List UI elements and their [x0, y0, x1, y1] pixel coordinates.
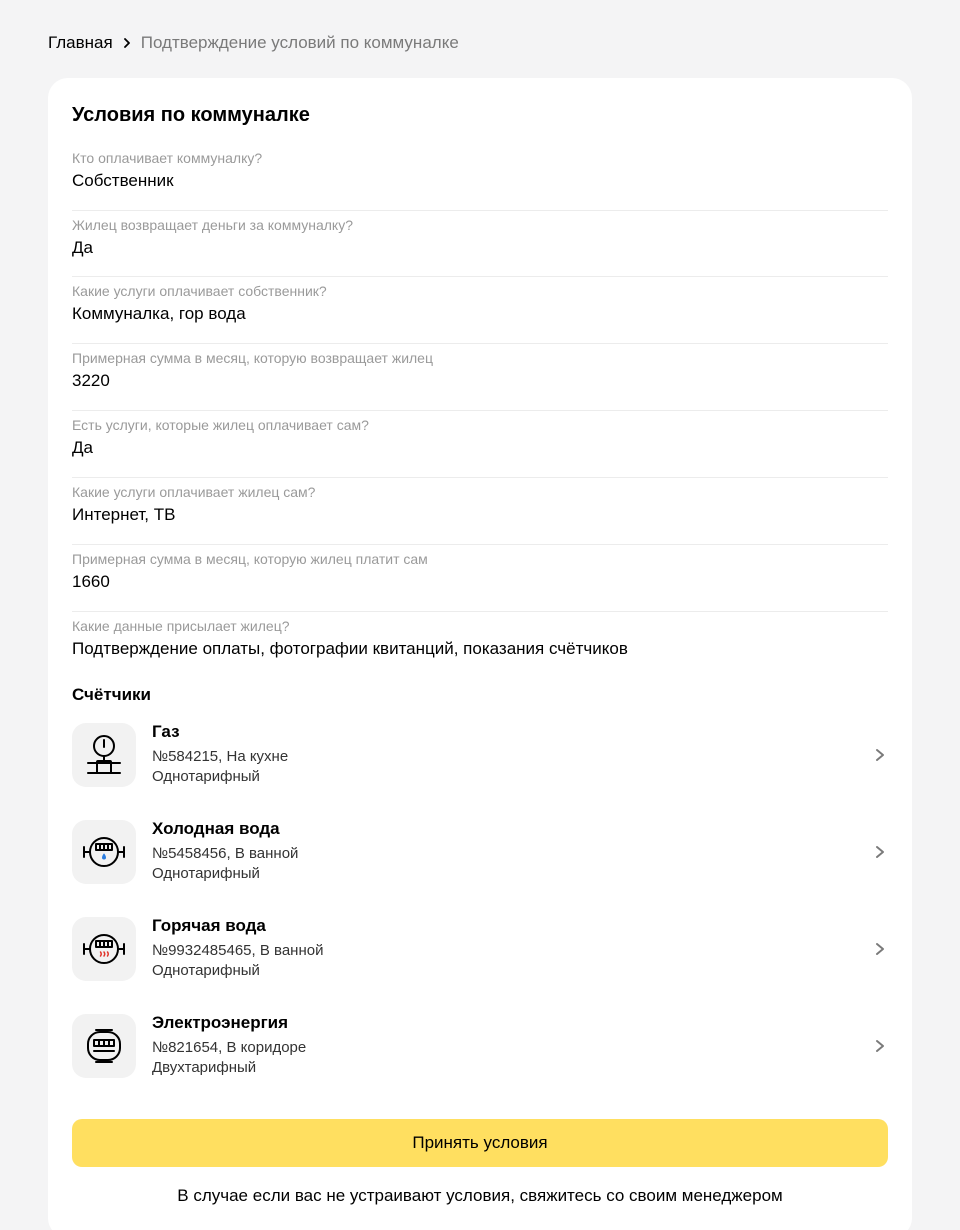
meter-info: Газ №584215, На кухне Однотарифный	[152, 721, 288, 787]
gas-meter-icon	[72, 723, 136, 787]
meter-tariff: Однотарифный	[152, 768, 260, 785]
contact-manager-note: В случае если вас не устраивают условия,…	[177, 1186, 783, 1205]
field-payer: Кто оплачивает коммуналку? Собственник	[72, 144, 888, 211]
meter-item-hot-water[interactable]: Горячая вода №9932485465, В ванной Однот…	[72, 915, 888, 1014]
chevron-right-icon	[872, 939, 888, 959]
meter-tariff: Двухтарифный	[152, 1059, 257, 1076]
meter-name: Холодная вода	[152, 819, 280, 838]
field-tenant-amount: Примерная сумма в месяц, которую жилец п…	[72, 545, 888, 612]
field-value: Да	[72, 438, 93, 457]
meter-name: Горячая вода	[152, 916, 266, 935]
field-tenant-pays-self: Есть услуги, которые жилец оплачивает са…	[72, 411, 888, 478]
electricity-meter-icon	[72, 1014, 136, 1078]
accept-conditions-button[interactable]: Принять условия	[72, 1119, 888, 1167]
meter-item-gas[interactable]: Газ №584215, На кухне Однотарифный	[72, 721, 888, 820]
meter-number-location: №821654, В коридоре	[152, 1039, 307, 1056]
meters-section-title: Счётчики	[72, 685, 151, 704]
meters-list: Газ №584215, На кухне Однотарифный Холод…	[72, 721, 888, 1111]
meter-info: Электроэнергия №821654, В коридоре Двухт…	[152, 1012, 306, 1078]
chevron-right-icon	[872, 745, 888, 765]
meter-number-location: №9932485465, В ванной	[152, 942, 324, 959]
meter-number-location: №584215, На кухне	[152, 748, 289, 765]
field-tenant-services: Какие услуги оплачивает жилец сам? Интер…	[72, 478, 888, 545]
field-refund: Жилец возвращает деньги за коммуналку? Д…	[72, 211, 888, 277]
field-value: Интернет, ТВ	[72, 505, 176, 524]
meter-tariff: Однотарифный	[152, 962, 260, 979]
field-value: Да	[72, 238, 93, 257]
field-label: Примерная сумма в месяц, которую жилец п…	[72, 551, 428, 567]
meter-name: Газ	[152, 722, 180, 741]
field-refund-amount: Примерная сумма в месяц, которую возвращ…	[72, 344, 888, 411]
field-value: 3220	[72, 371, 110, 390]
field-value: Подтверждение оплаты, фотографии квитанц…	[72, 639, 628, 658]
conditions-list: Кто оплачивает коммуналку? Собственник Ж…	[72, 144, 888, 679]
field-label: Какие услуги оплачивает собственник?	[72, 283, 327, 299]
field-owner-services: Какие услуги оплачивает собственник? Ком…	[72, 277, 888, 344]
conditions-card: Условия по коммуналке Кто оплачивает ком…	[48, 78, 912, 1230]
field-value: 1660	[72, 572, 110, 591]
hot-water-meter-icon	[72, 917, 136, 981]
field-label: Есть услуги, которые жилец оплачивает са…	[72, 417, 369, 433]
field-label: Жилец возвращает деньги за коммуналку?	[72, 217, 353, 233]
page-title: Условия по коммуналке	[72, 104, 310, 126]
field-label: Кто оплачивает коммуналку?	[72, 150, 263, 166]
field-value: Коммуналка, гор вода	[72, 304, 246, 323]
field-tenant-data: Какие данные присылает жилец? Подтвержде…	[72, 612, 888, 679]
chevron-right-icon	[113, 37, 141, 49]
chevron-right-icon	[872, 1036, 888, 1056]
breadcrumb-home-link[interactable]: Главная	[48, 33, 113, 53]
meter-name: Электроэнергия	[152, 1013, 289, 1032]
meter-tariff: Однотарифный	[152, 865, 260, 882]
cold-water-meter-icon	[72, 820, 136, 884]
field-value: Собственник	[72, 171, 174, 190]
breadcrumb-current: Подтверждение условий по коммуналке	[140, 33, 459, 52]
meter-item-electricity[interactable]: Электроэнергия №821654, В коридоре Двухт…	[72, 1012, 888, 1111]
meter-number-location: №5458456, В ванной	[152, 845, 299, 862]
meter-info: Холодная вода №5458456, В ванной Однотар…	[152, 818, 298, 884]
field-label: Какие данные присылает жилец?	[72, 618, 290, 634]
field-label: Какие услуги оплачивает жилец сам?	[72, 484, 316, 500]
breadcrumb: Главная Подтверждение условий по коммуна…	[48, 32, 459, 54]
field-label: Примерная сумма в месяц, которую возвращ…	[72, 350, 433, 366]
meter-item-cold-water[interactable]: Холодная вода №5458456, В ванной Однотар…	[72, 818, 888, 917]
meter-info: Горячая вода №9932485465, В ванной Однот…	[152, 915, 323, 981]
chevron-right-icon	[872, 842, 888, 862]
